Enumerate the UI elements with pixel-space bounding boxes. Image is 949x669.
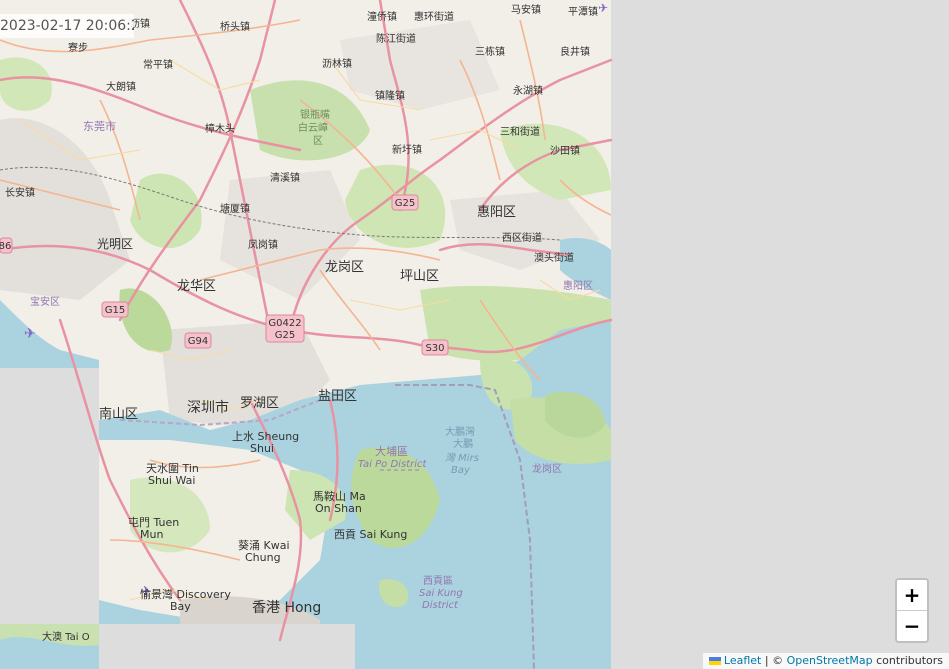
attribution-separator: | © [761, 654, 787, 667]
svg-text:光明区: 光明区 [97, 237, 133, 251]
map-container[interactable]: ✈ ✈ ✈ G25 G15 G94 G0422 G25 S30 86 东莞市 寮… [0, 0, 949, 669]
map-tile-layer[interactable]: ✈ ✈ ✈ G25 G15 G94 G0422 G25 S30 86 东莞市 寮… [0, 0, 949, 669]
svg-text:On Shan: On Shan [315, 502, 362, 515]
attribution-suffix: contributors [872, 654, 943, 667]
svg-text:Sai Kung: Sai Kung [419, 588, 463, 599]
svg-text:三栋镇: 三栋镇 [475, 45, 505, 58]
leaflet-link[interactable]: Leaflet [724, 654, 761, 667]
airport-icon: ✈ [598, 1, 608, 15]
svg-text:龙岗区: 龙岗区 [325, 260, 364, 275]
svg-text:灣 Mirs: 灣 Mirs [445, 452, 479, 464]
svg-text:罗湖区: 罗湖区 [240, 396, 279, 411]
svg-text:G0422: G0422 [268, 318, 301, 329]
svg-text:马安镇: 马安镇 [511, 3, 541, 16]
svg-text:G25: G25 [395, 198, 415, 209]
svg-text:常平镇: 常平镇 [143, 58, 173, 71]
svg-text:良井镇: 良井镇 [560, 45, 590, 58]
svg-text:Shui: Shui [250, 442, 274, 455]
missing-tile [0, 368, 99, 624]
svg-text:东莞市: 东莞市 [83, 119, 116, 133]
svg-text:宝安区: 宝安区 [30, 295, 60, 308]
svg-text:District: District [422, 600, 459, 611]
svg-text:樟木头: 樟木头 [205, 122, 235, 135]
svg-text:G15: G15 [105, 305, 125, 316]
svg-text:Shui Wai: Shui Wai [148, 474, 195, 487]
svg-text:惠环街道: 惠环街道 [414, 10, 454, 23]
svg-text:盐田区: 盐田区 [318, 389, 357, 404]
svg-text:塘厦镇: 塘厦镇 [220, 202, 250, 215]
svg-text:沙田镇: 沙田镇 [550, 144, 580, 157]
svg-text:Mun: Mun [140, 528, 163, 541]
svg-text:寮步: 寮步 [68, 41, 88, 54]
zoom-in-button[interactable]: + [897, 580, 927, 610]
svg-text:86: 86 [0, 241, 11, 252]
svg-text:西区街道: 西区街道 [502, 231, 542, 244]
svg-text:潼侨镇: 潼侨镇 [367, 10, 397, 23]
svg-text:大鵬: 大鵬 [453, 437, 473, 450]
svg-text:大朗镇: 大朗镇 [106, 80, 136, 93]
ukraine-flag-icon [708, 657, 721, 665]
svg-text:陈江街道: 陈江街道 [376, 32, 416, 45]
svg-text:区: 区 [313, 135, 323, 147]
svg-text:大埔區: 大埔區 [375, 444, 408, 458]
svg-text:龙华区: 龙华区 [177, 279, 216, 294]
timestamp-overlay: 2023-02-17 20:06:20 [0, 14, 134, 38]
svg-text:愉景灣 Discovery: 愉景灣 Discovery [140, 587, 231, 601]
svg-text:Chung: Chung [245, 551, 281, 564]
svg-text:S30: S30 [425, 343, 444, 354]
svg-text:凤岗镇: 凤岗镇 [248, 238, 278, 251]
svg-text:南山区: 南山区 [99, 406, 138, 422]
openstreetmap-link[interactable]: OpenStreetMap [787, 654, 873, 667]
svg-text:龙岗区: 龙岗区 [532, 462, 562, 475]
svg-text:G25: G25 [275, 330, 295, 341]
zoom-control: + − [895, 578, 929, 643]
svg-text:大鵬灣: 大鵬灣 [445, 425, 475, 438]
map-attribution: Leaflet | © OpenStreetMap contributors [702, 653, 949, 669]
svg-text:白云嶂: 白云嶂 [298, 121, 328, 134]
svg-text:Tai Po District: Tai Po District [358, 459, 427, 470]
svg-text:银瓶嘴: 银瓶嘴 [300, 108, 330, 121]
zoom-out-button[interactable]: − [897, 610, 927, 641]
svg-text:长安镇: 长安镇 [5, 186, 35, 199]
svg-text:平潭镇: 平潭镇 [568, 5, 598, 18]
svg-text:西貢區: 西貢區 [423, 575, 453, 587]
airport-icon: ✈ [24, 326, 36, 342]
svg-text:惠阳区: 惠阳区 [477, 205, 516, 220]
svg-text:新圩镇: 新圩镇 [392, 143, 422, 156]
svg-text:三和街道: 三和街道 [500, 125, 540, 138]
svg-text:永湖镇: 永湖镇 [513, 84, 543, 97]
svg-text:Bay: Bay [451, 465, 471, 476]
svg-text:馬鞍山 Ma: 馬鞍山 Ma [313, 489, 366, 503]
svg-text:大澳 Tai O: 大澳 Tai O [42, 630, 90, 643]
svg-text:Bay: Bay [170, 600, 191, 613]
svg-text:惠阳区: 惠阳区 [563, 279, 593, 292]
svg-text:G94: G94 [188, 336, 208, 347]
svg-text:桥头镇: 桥头镇 [220, 20, 250, 33]
svg-text:清溪镇: 清溪镇 [270, 171, 300, 184]
svg-text:沥林镇: 沥林镇 [322, 57, 352, 70]
svg-text:西貢 Sai Kung: 西貢 Sai Kung [334, 528, 407, 541]
svg-text:镇隆镇: 镇隆镇 [375, 89, 405, 102]
svg-text:坪山区: 坪山区 [400, 269, 439, 284]
svg-text:香港 Hong: 香港 Hong [252, 600, 321, 616]
svg-text:深圳市: 深圳市 [187, 399, 229, 416]
svg-text:澳头街道: 澳头街道 [534, 251, 574, 264]
